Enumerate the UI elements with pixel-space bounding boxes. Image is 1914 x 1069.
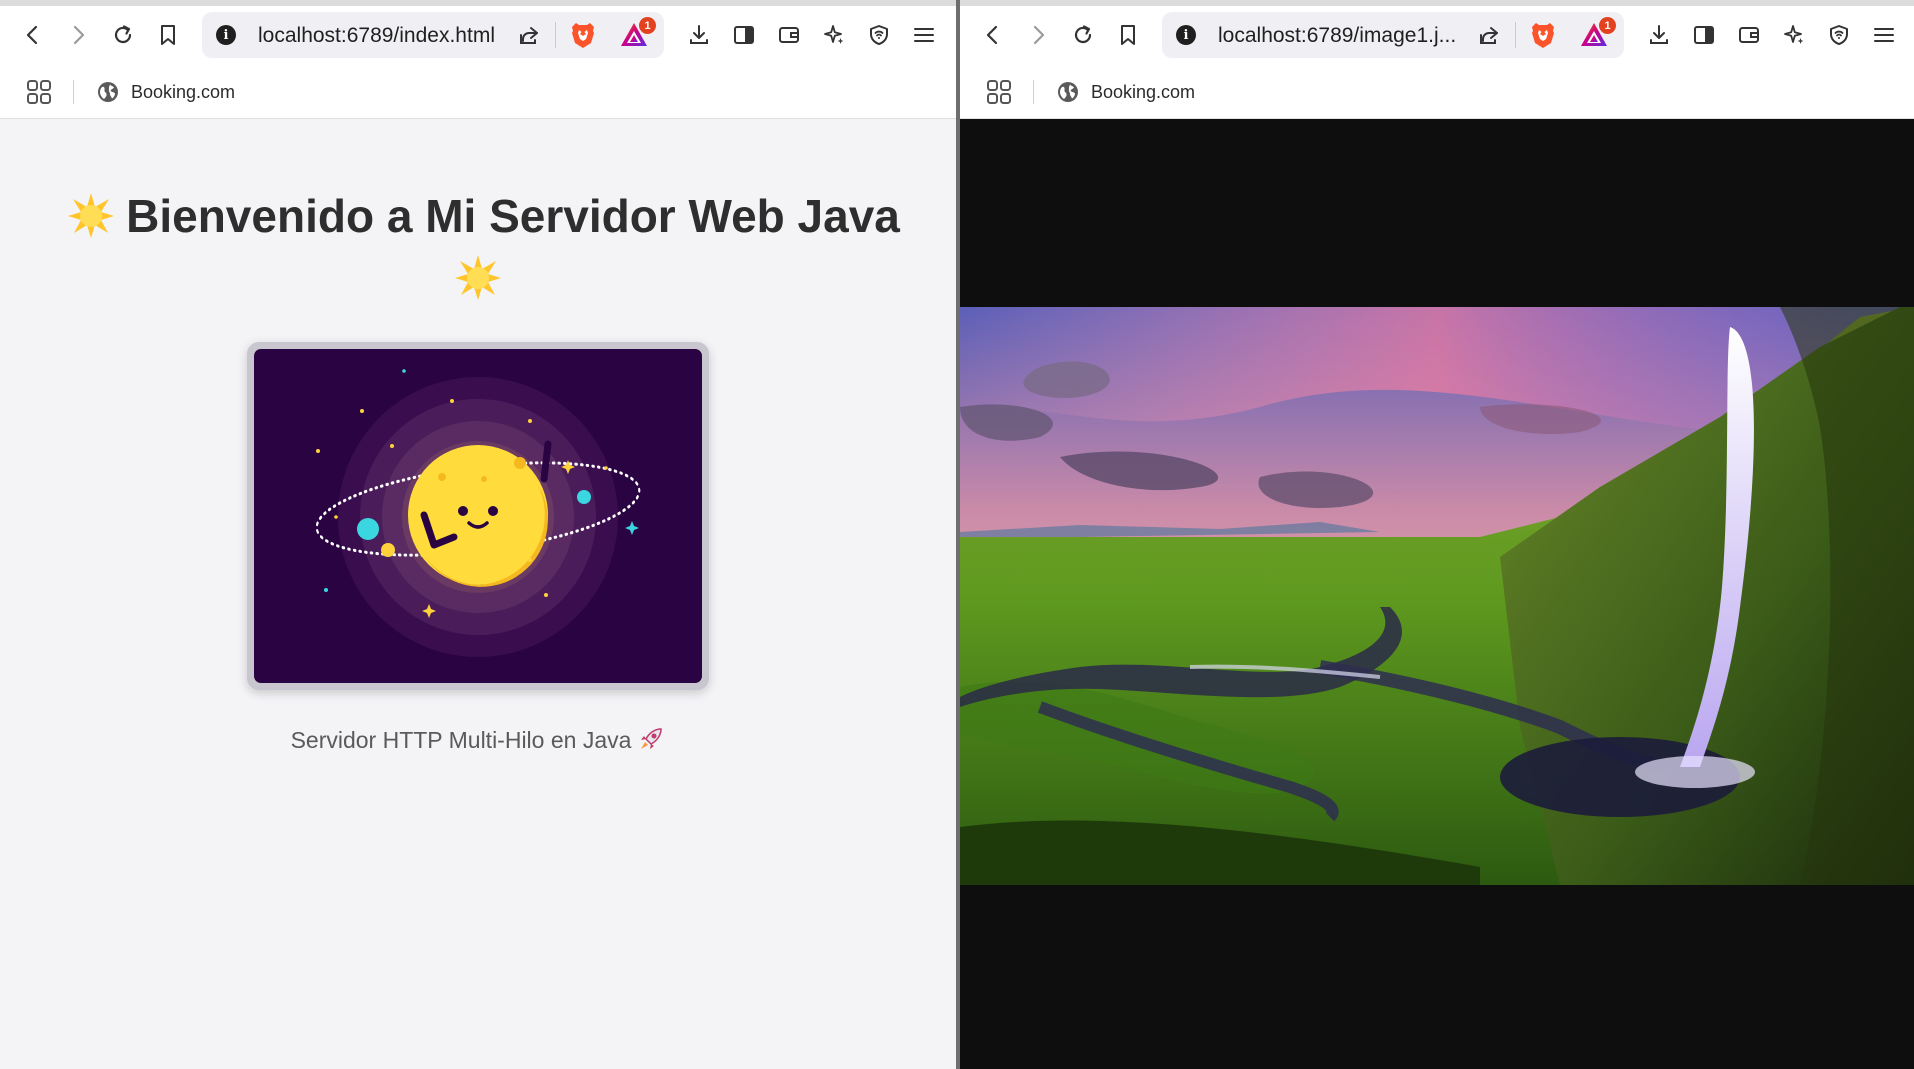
bookmarks-bar: Booking.com [0, 66, 956, 119]
rewards-badge: 1 [639, 17, 656, 34]
caption-text: Servidor HTTP Multi-Hilo en Java [290, 727, 632, 753]
page-heading: Bienvenido a Mi Servidor Web Java [20, 185, 936, 309]
rewards-badge: 1 [1599, 17, 1616, 34]
sidebar-icon[interactable] [1687, 18, 1721, 52]
apps-grid-icon[interactable] [25, 78, 53, 106]
back-icon[interactable] [16, 18, 50, 52]
globe-icon [97, 81, 119, 103]
bookmarks-separator [73, 80, 74, 104]
address-bar[interactable]: i localhost:6789/index.html 1 [202, 12, 664, 58]
bookmarks-separator [1033, 80, 1034, 104]
browser-toolbar: i localhost:6789/index.html 1 [0, 6, 956, 66]
bookmark-icon[interactable] [1111, 18, 1145, 52]
vpn-icon[interactable] [1822, 18, 1856, 52]
share-icon[interactable] [515, 21, 543, 49]
planet-illustration-frame [247, 342, 709, 690]
globe-icon [1057, 81, 1079, 103]
address-bar-separator [1515, 22, 1516, 48]
vpn-icon[interactable] [862, 18, 896, 52]
bookmark-booking[interactable]: Booking.com [97, 77, 235, 107]
browser-toolbar: i localhost:6789/image1.j... 1 [960, 6, 1914, 66]
star-emoji [453, 252, 503, 302]
download-icon[interactable] [1642, 18, 1676, 52]
info-icon[interactable]: i [216, 25, 236, 45]
rocket-emoji [637, 725, 665, 753]
reload-icon[interactable] [106, 18, 140, 52]
address-bar-separator [555, 22, 556, 48]
left-browser-window: i localhost:6789/index.html 1 Booking.co… [0, 0, 956, 1069]
forward-icon[interactable] [1021, 18, 1055, 52]
image-viewer [960, 119, 1914, 1069]
heading-text: Bienvenido a Mi Servidor Web Java [126, 190, 900, 242]
menu-icon[interactable] [907, 18, 941, 52]
bookmark-booking[interactable]: Booking.com [1057, 77, 1195, 107]
brave-shield-icon[interactable] [1527, 19, 1559, 51]
address-bar[interactable]: i localhost:6789/image1.j... 1 [1162, 12, 1624, 58]
bookmark-label: Booking.com [131, 81, 236, 102]
brave-rewards-icon[interactable]: 1 [1578, 17, 1616, 53]
right-browser-window: i localhost:6789/image1.j... 1 Booking.c… [960, 0, 1914, 1069]
reload-icon[interactable] [1066, 18, 1100, 52]
brave-shield-icon[interactable] [567, 19, 599, 51]
star-emoji [66, 190, 116, 240]
download-icon[interactable] [682, 18, 716, 52]
address-bar-url[interactable]: localhost:6789/image1.j... [1218, 24, 1456, 48]
forward-icon[interactable] [61, 18, 95, 52]
menu-icon[interactable] [1867, 18, 1901, 52]
back-icon[interactable] [976, 18, 1010, 52]
waterfall-landscape-image [960, 307, 1914, 885]
planet-illustration [254, 349, 702, 683]
bookmark-icon[interactable] [151, 18, 185, 52]
apps-grid-icon[interactable] [985, 78, 1013, 106]
wallet-icon[interactable] [1732, 18, 1766, 52]
share-icon[interactable] [1475, 21, 1503, 49]
brave-rewards-icon[interactable]: 1 [618, 17, 656, 53]
page-content: Bienvenido a Mi Servidor Web Java Servid… [0, 119, 956, 1069]
bookmarks-bar: Booking.com [960, 66, 1914, 119]
leo-ai-icon[interactable] [817, 18, 851, 52]
info-icon[interactable]: i [1176, 25, 1196, 45]
address-bar-url[interactable]: localhost:6789/index.html [258, 24, 495, 48]
bookmark-label: Booking.com [1091, 81, 1196, 102]
page-caption: Servidor HTTP Multi-Hilo en Java [0, 725, 956, 754]
wallet-icon[interactable] [772, 18, 806, 52]
leo-ai-icon[interactable] [1777, 18, 1811, 52]
sidebar-icon[interactable] [727, 18, 761, 52]
